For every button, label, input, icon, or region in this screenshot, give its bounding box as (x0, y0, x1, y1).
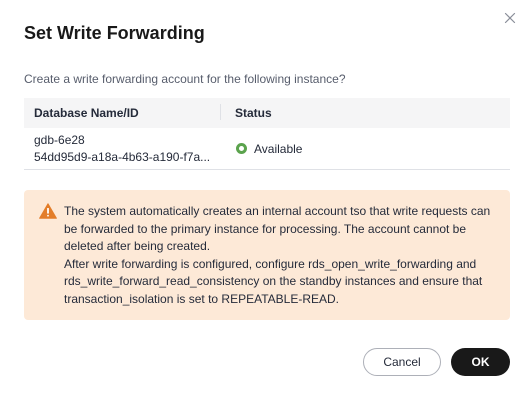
instance-table: Database Name/ID Status gdb-6e28 54dd95d… (24, 98, 510, 170)
status-available-icon (236, 143, 247, 154)
close-icon[interactable] (500, 8, 520, 28)
column-header-name: Database Name/ID (24, 104, 221, 120)
table-row: gdb-6e28 54dd95d9-a18a-4b63-a190-f7a... … (24, 128, 510, 170)
instance-name-cell: gdb-6e28 54dd95d9-a18a-4b63-a190-f7a... (24, 132, 221, 166)
warning-notice: The system automatically creates an inte… (24, 190, 510, 320)
set-write-forwarding-dialog: Set Write Forwarding Create a write forw… (0, 0, 528, 395)
dialog-description: Create a write forwarding account for th… (24, 72, 346, 86)
notice-text-2: After write forwarding is configured, co… (64, 256, 483, 306)
cancel-button[interactable]: Cancel (363, 348, 441, 376)
notice-text-1: The system automatically creates an inte… (64, 204, 491, 254)
instance-status-cell: Available (221, 142, 302, 156)
table-header: Database Name/ID Status (24, 98, 510, 128)
ok-button[interactable]: OK (451, 348, 510, 376)
warning-icon (39, 203, 57, 219)
status-label: Available (254, 141, 303, 156)
instance-id: 54dd95d9-a18a-4b63-a190-f7a... (34, 149, 211, 164)
column-header-status: Status (235, 106, 272, 120)
dialog-title: Set Write Forwarding (24, 23, 205, 43)
instance-name: gdb-6e28 (34, 132, 85, 147)
